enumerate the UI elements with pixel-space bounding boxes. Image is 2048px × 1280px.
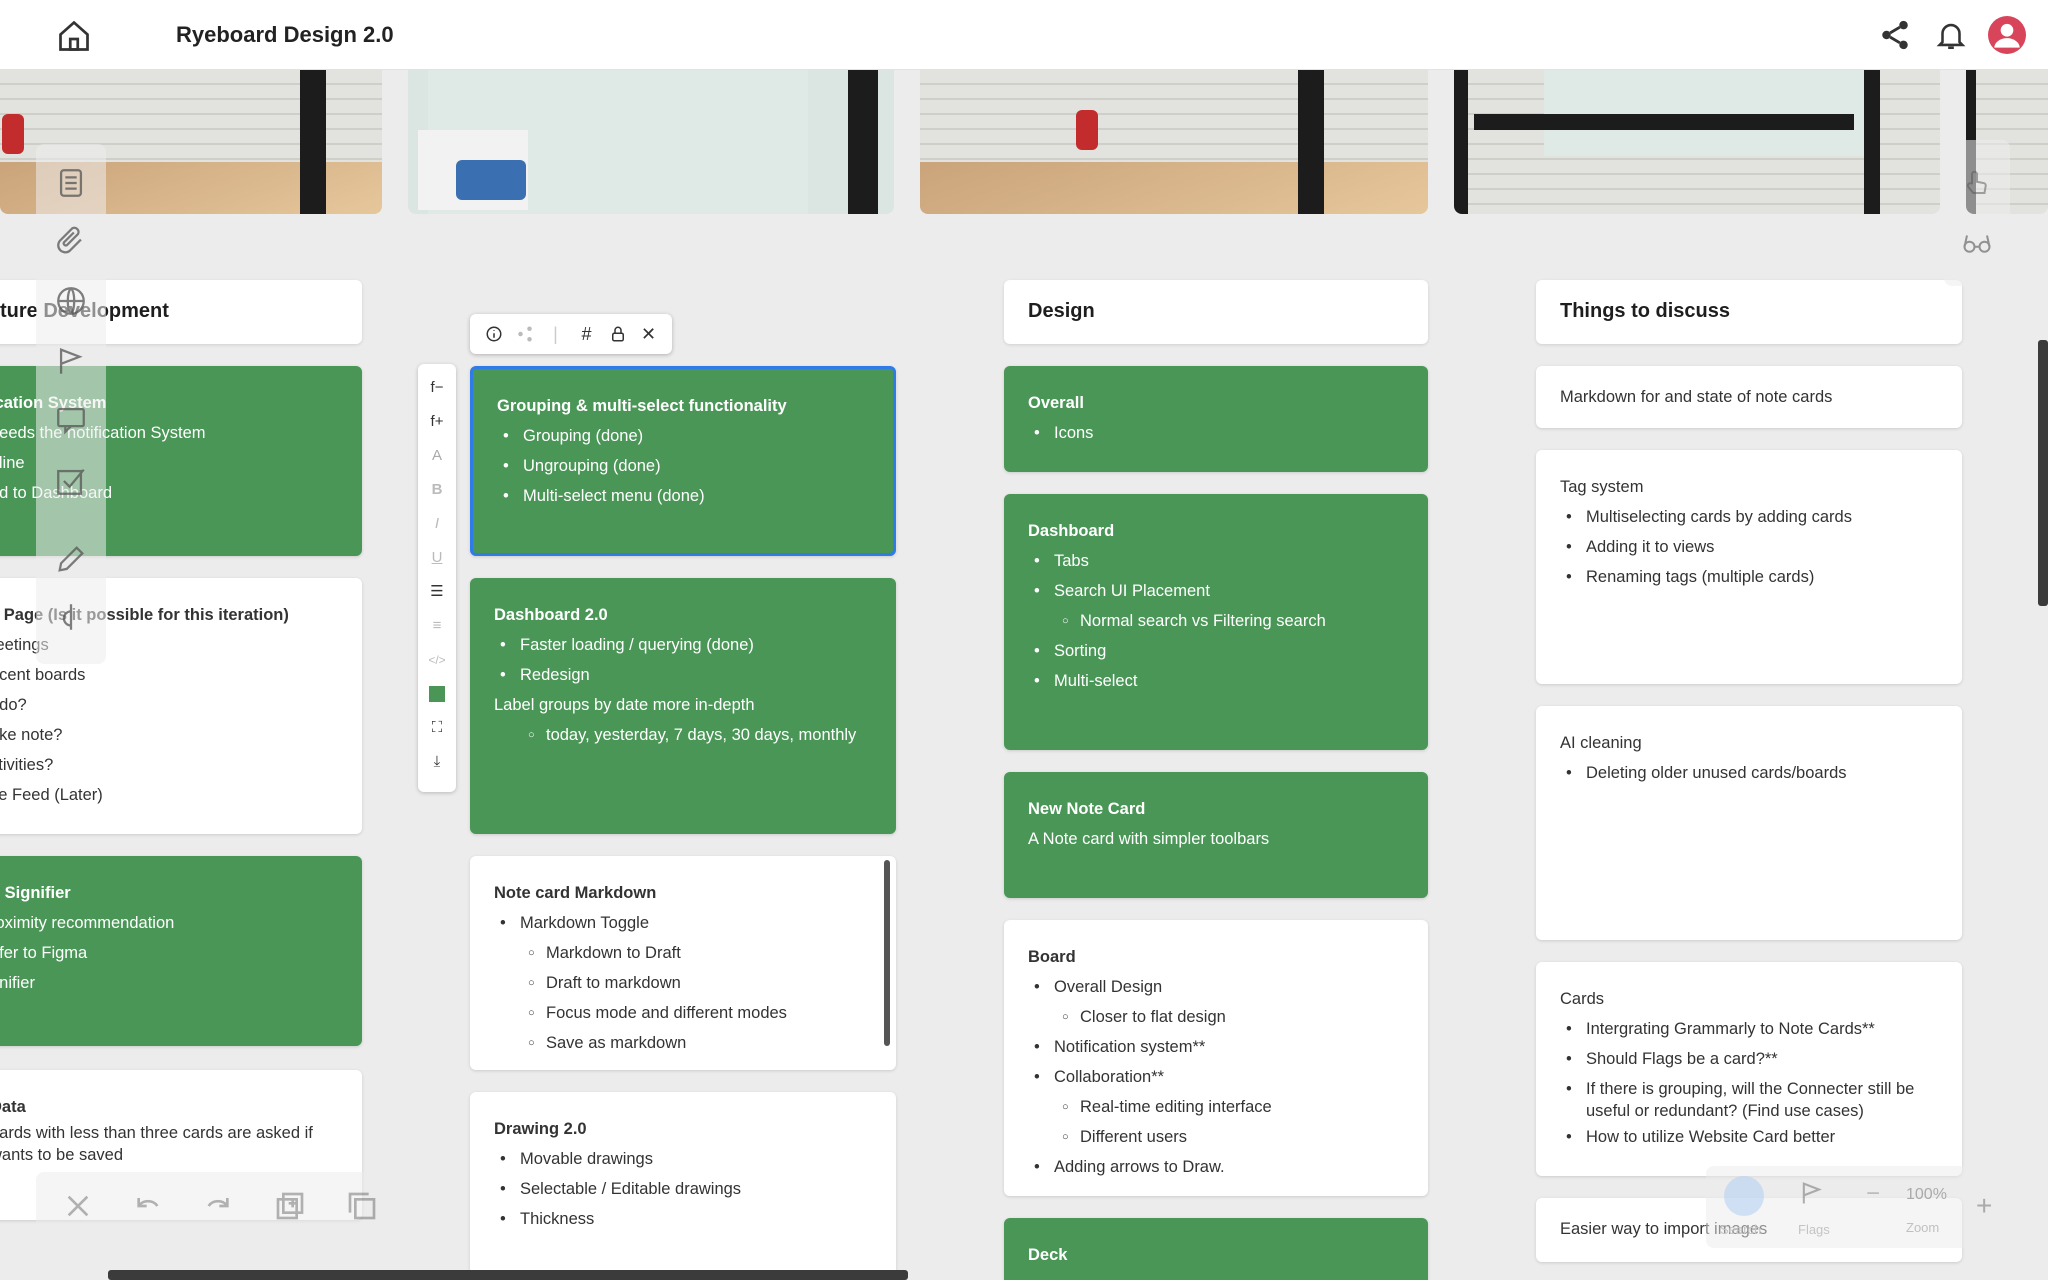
decrease-font-icon[interactable]: f−: [425, 376, 449, 400]
attachment-icon[interactable]: [54, 224, 88, 258]
copy-icon[interactable]: [346, 1190, 378, 1222]
increase-font-icon[interactable]: f+: [425, 410, 449, 434]
hand-pointer-icon[interactable]: [1962, 168, 1992, 198]
lock-icon[interactable]: [606, 322, 630, 346]
photo-card[interactable]: [1454, 70, 1940, 214]
globe-icon[interactable]: [54, 284, 88, 318]
note-card[interactable]: Dashboard Tabs Search UI Placement Norma…: [1004, 494, 1428, 750]
underline-icon[interactable]: U: [425, 546, 449, 570]
flag-icon[interactable]: [54, 344, 88, 378]
flags-label: Flags: [1798, 1222, 1830, 1237]
vertical-scrollbar[interactable]: [2038, 340, 2048, 606]
note-card[interactable]: Markdown for and state of note cards: [1536, 366, 1962, 428]
note-card[interactable]: Overall Icons: [1004, 366, 1428, 472]
photo-card[interactable]: [920, 70, 1428, 214]
note-card[interactable]: Dashboard 2.0 Faster loading / querying …: [470, 578, 896, 834]
note-card[interactable]: New Note Card A Note card with simpler t…: [1004, 772, 1428, 898]
zoom-value: 100%: [1906, 1186, 1947, 1203]
photo-card[interactable]: [408, 70, 894, 214]
note-card[interactable]: p Signifier roximity recommendation efer…: [0, 856, 362, 1046]
zoom-label: Zoom: [1906, 1220, 1940, 1235]
glasses-icon[interactable]: [1960, 228, 1994, 258]
info-icon[interactable]: [482, 322, 506, 346]
top-bar: Ryeboard Design 2.0: [0, 0, 2048, 70]
search-icon[interactable]: [1724, 1176, 1764, 1216]
code-icon[interactable]: </>: [425, 648, 449, 672]
right-toolbar: [1944, 140, 2010, 286]
zoom-in-icon[interactable]: +: [1976, 1190, 1992, 1222]
bell-icon[interactable]: [1934, 18, 1968, 52]
duplicate-icon[interactable]: [274, 1190, 306, 1222]
bottom-left-controls: [36, 1172, 404, 1240]
expand-icon[interactable]: ⛶: [425, 716, 449, 740]
share-icon[interactable]: [513, 322, 537, 346]
card-color-icon[interactable]: [425, 682, 449, 706]
avatar[interactable]: [1988, 16, 2026, 54]
download-icon[interactable]: ⤓: [425, 750, 449, 774]
note-card[interactable]: Drawing 2.0 Movable drawings Selectable …: [470, 1092, 896, 1280]
board-title: Ryeboard Design 2.0: [176, 22, 394, 47]
note-card-selected[interactable]: Grouping & multi-select functionality Gr…: [470, 366, 896, 556]
format-toolbar: f− f+ A B I U ☰ ≡ </> ⛶ ⤓: [418, 364, 456, 792]
close-icon[interactable]: ✕: [637, 322, 661, 346]
pencil-icon[interactable]: [54, 542, 88, 576]
bullet-list-icon[interactable]: ☰: [425, 580, 449, 604]
note-card[interactable]: Board Overall Design Closer to flat desi…: [1004, 920, 1428, 1196]
numbered-list-icon[interactable]: ≡: [425, 614, 449, 638]
note-card-icon[interactable]: [54, 166, 88, 200]
note-card[interactable]: Note card Markdown Markdown Toggle Markd…: [470, 856, 896, 1070]
undo-icon[interactable]: [132, 1190, 164, 1222]
column-header-discuss[interactable]: Things to discuss: [1536, 280, 1962, 344]
redo-icon[interactable]: [202, 1190, 234, 1222]
bold-icon[interactable]: B: [425, 478, 449, 502]
tag-hash-icon[interactable]: #: [575, 322, 599, 346]
note-card[interactable]: Tag system Multiselecting cards by addin…: [1536, 450, 1962, 684]
connector-icon[interactable]: [54, 600, 88, 634]
note-card[interactable]: Cards Intergrating Grammarly to Note Car…: [1536, 962, 1962, 1176]
zoom-out-icon[interactable]: −: [1866, 1180, 1880, 1208]
card-scrollbar[interactable]: [884, 860, 890, 1046]
note-card[interactable]: AI cleaning Deleting older unused cards/…: [1536, 706, 1962, 940]
italic-icon[interactable]: I: [425, 512, 449, 536]
note-card[interactable]: Deck: [1004, 1218, 1428, 1280]
flag-icon[interactable]: [1798, 1178, 1826, 1208]
home-icon[interactable]: [56, 18, 92, 54]
divider-icon: |: [553, 323, 558, 344]
comment-icon[interactable]: [54, 402, 88, 436]
close-icon[interactable]: [62, 1190, 94, 1222]
card-toolbar: | # ✕: [470, 314, 672, 354]
checkbox-icon[interactable]: [54, 464, 88, 498]
horizontal-scrollbar[interactable]: [108, 1270, 908, 1280]
left-toolbar: [36, 144, 106, 664]
share-icon[interactable]: [1878, 18, 1912, 52]
text-color-icon[interactable]: A: [425, 444, 449, 468]
search-label: Search: [1720, 1222, 1762, 1237]
column-header-design[interactable]: Design: [1004, 280, 1428, 344]
